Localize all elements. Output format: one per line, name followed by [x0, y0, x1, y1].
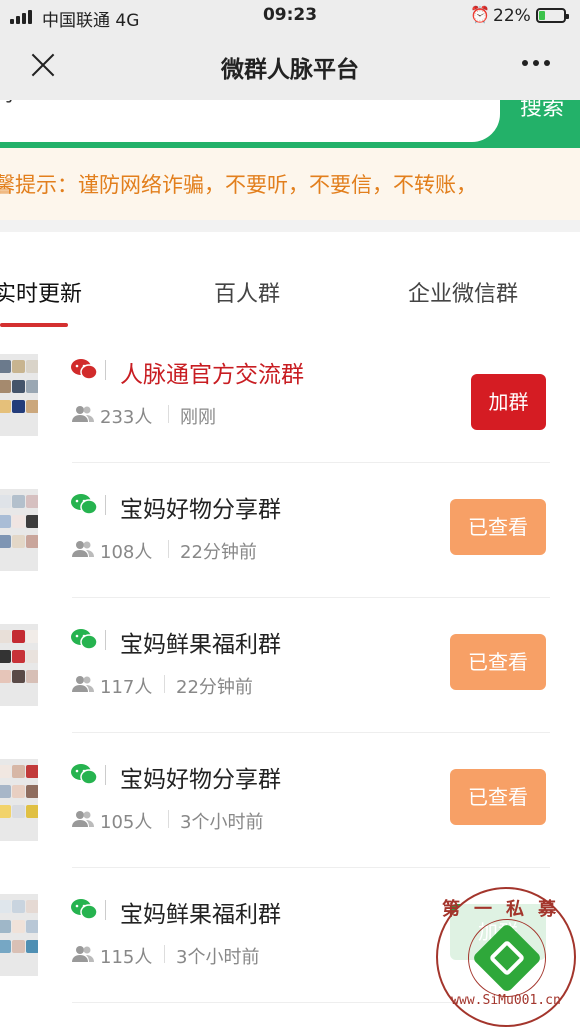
member-count: 117人 [100, 677, 153, 698]
group-avatar [0, 489, 38, 571]
meta-separator [168, 810, 169, 828]
tab-bar: 实时更新 百人群 企业微信群 [0, 232, 580, 328]
group-name: 宝妈鲜果福利群 [120, 902, 281, 928]
group-name: 人脉通官方交流群 [120, 362, 304, 388]
tab-realtime[interactable]: 实时更新 [0, 276, 82, 308]
member-count: 108人 [100, 542, 153, 563]
group-name: 宝妈鲜果福利群 [120, 632, 281, 658]
divider-bar [105, 360, 106, 380]
member-count: 233人 [100, 407, 153, 428]
viewed-button[interactable]: 已查看 [450, 499, 546, 555]
tab-enterprise-wechat[interactable]: 企业微信群 [408, 276, 518, 308]
viewed-button[interactable]: 已查看 [450, 634, 546, 690]
group-avatar [0, 624, 38, 706]
update-time: 22分钟前 [180, 542, 257, 563]
wechat-green-icon [71, 764, 98, 785]
update-time: 22分钟前 [176, 677, 253, 698]
divider-bar [105, 900, 106, 920]
active-tab-indicator [0, 323, 68, 327]
search-value: 宝妈 [0, 100, 14, 108]
list-item[interactable]: 宝妈好物分享群 108人 22分钟前 已查看 [0, 463, 580, 598]
search-button[interactable]: 搜索 [520, 100, 564, 122]
seal-top-text: 第一私募 [442, 899, 570, 920]
watermark-seal: 第一私募 www.SiMu001.cn [436, 887, 576, 1027]
update-time: 3个小时前 [176, 947, 260, 968]
status-bar: 中国联通 4G 09:23 ⏰ 22% [0, 0, 580, 32]
alarm-icon: ⏰ [470, 5, 490, 24]
meta-separator [168, 405, 169, 423]
join-button[interactable]: 加群 [471, 374, 546, 430]
seal-bottom-text: www.SiMu001.cn [451, 993, 561, 1008]
fraud-notice: 馨提示：谨防网络诈骗，不要听，不要信，不转账， [0, 148, 580, 220]
members-icon [72, 406, 94, 422]
meta-separator [164, 945, 165, 963]
list-item[interactable]: 人脉通官方交流群 233人 刚刚 加群 [0, 328, 580, 463]
member-count: 115人 [100, 947, 153, 968]
list-item[interactable]: 宝妈好物分享群 105人 3个小时前 已查看 [0, 733, 580, 868]
wechat-green-icon [71, 494, 98, 515]
tab-hundred[interactable]: 百人群 [214, 276, 280, 308]
divider-bar [105, 495, 106, 515]
group-name: 宝妈好物分享群 [120, 497, 281, 523]
members-icon [72, 541, 94, 557]
group-avatar [0, 354, 38, 436]
group-name: 宝妈好物分享群 [120, 767, 281, 793]
wechat-green-icon [71, 899, 98, 920]
battery-percent: 22% [493, 6, 531, 26]
search-input[interactable]: 宝妈 [0, 100, 500, 142]
group-avatar [0, 894, 38, 976]
list-item[interactable]: 宝妈鲜果福利群 117人 22分钟前 已查看 [0, 598, 580, 733]
update-time: 刚刚 [180, 407, 216, 428]
members-icon [72, 811, 94, 827]
meta-separator [168, 540, 169, 558]
member-count: 105人 [100, 812, 153, 833]
members-icon [72, 676, 94, 692]
viewed-button[interactable]: 已查看 [450, 769, 546, 825]
more-icon[interactable] [518, 60, 554, 68]
divider-bar [105, 630, 106, 650]
meta-separator [164, 675, 165, 693]
battery-icon [536, 8, 569, 23]
notice-text: 馨提示：谨防网络诈骗，不要听，不要信，不转账， [0, 173, 477, 197]
title-bar: 微群人脉平台 [0, 32, 580, 100]
members-icon [72, 946, 94, 962]
search-bar: 宝妈 搜索 [0, 100, 580, 148]
wechat-green-icon [71, 629, 98, 650]
group-avatar [0, 759, 38, 841]
wechat-red-icon [71, 359, 98, 380]
divider-bar [105, 765, 106, 785]
update-time: 3个小时前 [180, 812, 264, 833]
page-title: 微群人脉平台 [221, 57, 359, 83]
